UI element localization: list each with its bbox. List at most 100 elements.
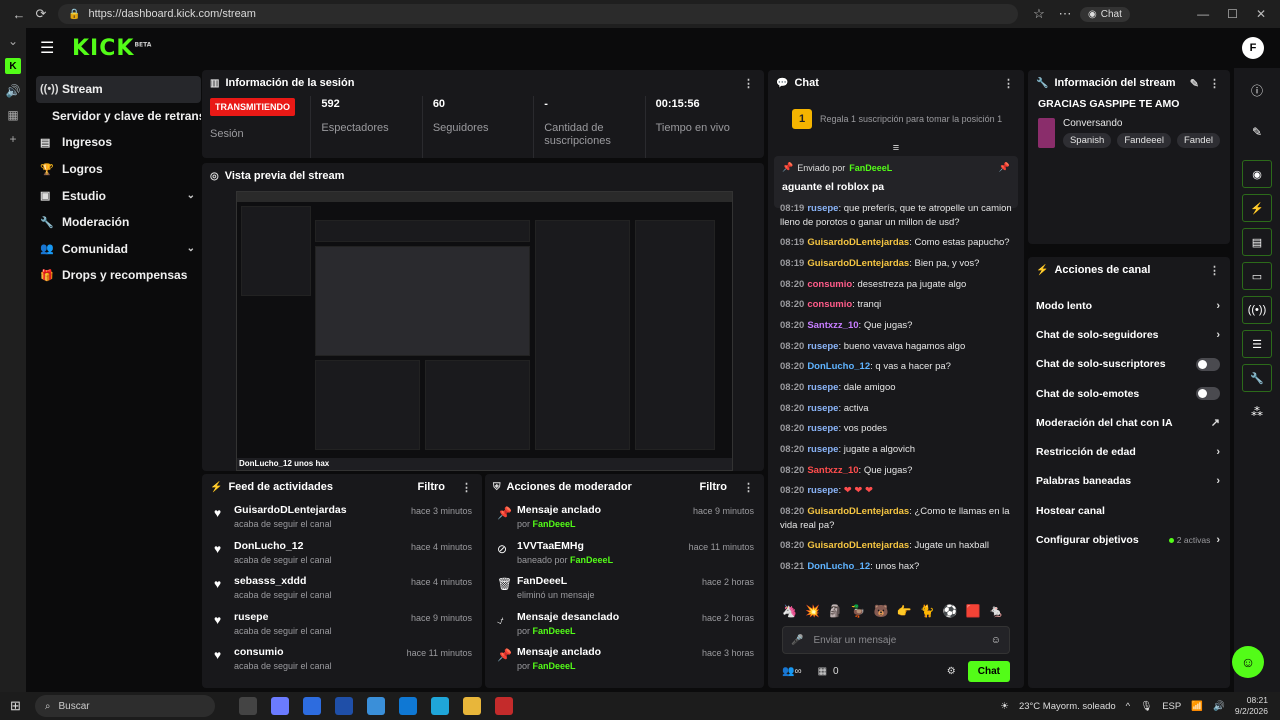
taskbar-search[interactable]: ⌕ Buscar xyxy=(34,695,215,717)
chat-user[interactable]: rusepe xyxy=(807,341,838,352)
copilot-chat-button[interactable]: ◉ Chat xyxy=(1080,6,1130,22)
store-app-icon[interactable] xyxy=(366,697,385,715)
help-chat-button[interactable]: ☺ xyxy=(1232,646,1264,678)
edge-app-icon[interactable] xyxy=(430,697,449,715)
tag[interactable]: Fandeeel xyxy=(1117,133,1171,148)
windows-start-icon[interactable]: ⊞ xyxy=(10,698,21,714)
quick-action-storage[interactable]: ☰ xyxy=(1242,330,1272,358)
stream-preview-video[interactable]: DonLucho_12 unos hax xyxy=(236,191,733,471)
chat-user[interactable]: GuisardoDLentejardas xyxy=(807,258,909,269)
language-indicator[interactable]: ESP xyxy=(1162,701,1181,712)
emote-icon[interactable]: ⚽ xyxy=(943,604,958,618)
action-ai-moderation[interactable]: Moderación del chat con IA ↗ xyxy=(1028,408,1230,437)
filter-button[interactable]: Filtro xyxy=(418,481,446,493)
emote-icon[interactable]: 🗿 xyxy=(828,604,843,618)
emote-icon[interactable]: 🦆 xyxy=(851,604,866,618)
user-avatar[interactable]: F xyxy=(1242,37,1264,59)
action-banned-words[interactable]: Palabras baneadas › xyxy=(1028,467,1230,496)
chat-user[interactable]: consumio xyxy=(807,299,852,310)
volume-icon[interactable]: 🔊 xyxy=(1213,701,1225,712)
sidebar-item-logros[interactable]: 🏆 Logros xyxy=(36,156,201,183)
action-slow-mode[interactable]: Modo lento › xyxy=(1028,291,1230,320)
gift-sub-banner[interactable]: 1 Regala 1 suscripción para tomar la pos… xyxy=(768,96,1024,142)
mic-icon[interactable]: 🎙 xyxy=(1140,701,1152,712)
spreadsheet-icon[interactable]: ▦ xyxy=(7,108,18,122)
emote-icon[interactable]: 🟥 xyxy=(966,604,981,618)
action-age-restriction[interactable]: Restricción de edad › xyxy=(1028,437,1230,466)
action-goals[interactable]: Configurar objetivos 2 activas › xyxy=(1028,525,1230,554)
chat-user[interactable]: Santxzz_10 xyxy=(807,465,858,476)
emote-icon[interactable]: 🐁 xyxy=(989,604,1004,618)
wifi-icon[interactable]: 📶 xyxy=(1191,701,1203,712)
star-icon[interactable]: ☆ xyxy=(1028,3,1050,25)
emote-icon[interactable]: 🐻 xyxy=(874,604,889,618)
info-icon[interactable]: ⓘ xyxy=(1242,76,1272,104)
address-bar[interactable]: 🔒 https://dashboard.kick.com/stream xyxy=(58,4,1018,24)
quick-action-broadcast[interactable]: ((•)) xyxy=(1242,296,1272,324)
chevron-down-icon[interactable]: ⌄ xyxy=(8,34,18,48)
mod-user[interactable]: FanDeeeL xyxy=(533,626,576,636)
filter-lines-icon[interactable]: ≡ xyxy=(768,142,1024,154)
emote-icon[interactable]: 🦄 xyxy=(782,604,797,618)
feed-user[interactable]: DonLucho_12 xyxy=(234,540,411,552)
mod-action[interactable]: FanDeeeL xyxy=(517,575,702,587)
task-view-icon[interactable] xyxy=(238,697,257,715)
mod-user[interactable]: FanDeeeL xyxy=(533,519,576,529)
chat-user[interactable]: rusepe xyxy=(807,403,838,414)
chest-icon[interactable]: ▦ xyxy=(818,666,827,677)
back-icon[interactable]: ← xyxy=(8,3,30,25)
more-apps-icon[interactable]: ⁂ xyxy=(1242,398,1272,426)
more-options-icon[interactable]: ⋮ xyxy=(743,77,754,90)
unpin-icon[interactable]: 📌 xyxy=(999,162,1010,173)
tray-chevron-icon[interactable]: ^ xyxy=(1126,701,1130,712)
sidebar-item-ingresos[interactable]: ▤ Ingresos xyxy=(36,129,201,156)
chat-user[interactable]: GuisardoDLentejardas xyxy=(807,237,909,248)
speaker-icon[interactable]: 🔊 xyxy=(6,84,21,98)
tag[interactable]: Fandel xyxy=(1176,133,1220,148)
emotes-only-toggle[interactable] xyxy=(1196,387,1220,401)
emote-icon[interactable]: 💥 xyxy=(805,604,820,618)
tag[interactable]: Spanish xyxy=(1062,133,1112,148)
emote-icon[interactable]: 👉 xyxy=(897,604,912,618)
more-options-icon[interactable]: ⋮ xyxy=(743,481,754,494)
sidebar-item-comunidad[interactable]: 👥 Comunidad ⌄ xyxy=(36,236,201,263)
extensions-icon[interactable]: ⋯ xyxy=(1054,3,1076,25)
vscode-app-icon[interactable] xyxy=(302,697,321,715)
action-followers-only[interactable]: Chat de solo-seguidores › xyxy=(1028,320,1230,349)
emote-icon[interactable]: 🐈 xyxy=(920,604,935,618)
mod-user[interactable]: FanDeeeL xyxy=(533,661,576,671)
clock[interactable]: 08:21 9/2/2026 xyxy=(1235,695,1268,717)
weather-text[interactable]: 23°C Mayorm. soleado xyxy=(1019,701,1116,712)
kick-tab-icon[interactable]: K xyxy=(5,58,21,74)
quick-action-notes[interactable]: ▤ xyxy=(1242,228,1272,256)
more-options-icon[interactable]: ⋮ xyxy=(1209,264,1220,277)
chat-user[interactable]: Santxzz_10 xyxy=(807,320,858,331)
feed-user[interactable]: sebasss_xddd xyxy=(234,575,411,587)
subscribers-only-toggle[interactable] xyxy=(1196,357,1220,371)
users-icon[interactable]: 👥∞ xyxy=(782,666,802,677)
feed-user[interactable]: GuisardoDLentejardas xyxy=(234,504,411,516)
refresh-icon[interactable]: ⟳ xyxy=(30,3,52,25)
chat-user[interactable]: GuisardoDLentejardas xyxy=(807,540,909,551)
add-icon[interactable]: + xyxy=(9,132,16,146)
sidebar-item-drops[interactable]: 🎁 Drops y recompensas xyxy=(36,262,201,289)
copilot-app-icon[interactable] xyxy=(270,697,289,715)
pinned-user[interactable]: FanDeeeL xyxy=(849,163,892,173)
sidebar-item-stream[interactable]: ((•)) Stream xyxy=(36,76,201,103)
sidebar-item-server-key[interactable]: Servidor y clave de retransmisión xyxy=(36,103,201,130)
feed-user[interactable]: rusepe xyxy=(234,611,411,623)
chat-message-input[interactable]: 🎤 Enviar un mensaje ☺ xyxy=(782,626,1010,654)
more-options-icon[interactable]: ⋮ xyxy=(461,481,472,494)
mod-action[interactable]: 1VVTaaEMHg xyxy=(517,540,689,552)
sidebar-item-moderacion[interactable]: 🔧 Moderación xyxy=(36,209,201,236)
chat-user[interactable]: rusepe xyxy=(807,485,838,496)
mod-user[interactable]: FanDeeeL xyxy=(570,555,613,565)
sidebar-item-estudio[interactable]: ▣ Estudio ⌄ xyxy=(36,182,201,209)
obs-app-icon[interactable] xyxy=(494,697,513,715)
chat-user[interactable]: rusepe xyxy=(807,444,838,455)
gear-icon[interactable]: ⚙ xyxy=(947,666,956,677)
action-host-channel[interactable]: Hostear canal xyxy=(1028,496,1230,525)
chat-user[interactable]: rusepe xyxy=(807,203,838,214)
chat-user[interactable]: DonLucho_12 xyxy=(807,561,870,572)
category-name[interactable]: Conversando xyxy=(1063,118,1220,129)
